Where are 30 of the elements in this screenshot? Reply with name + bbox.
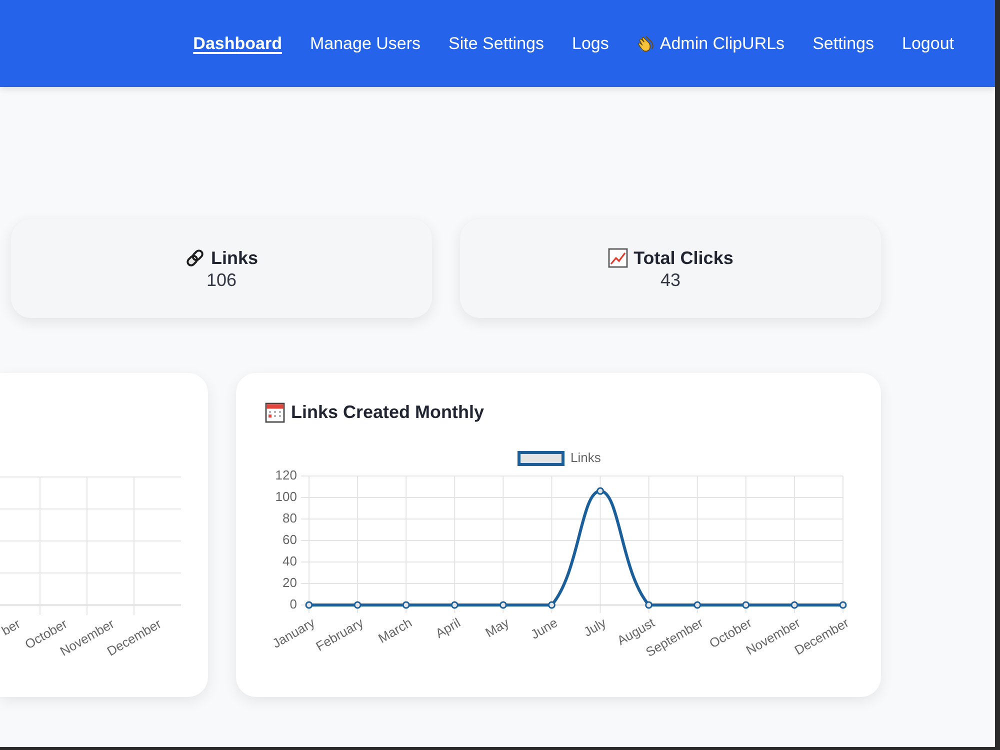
axis-tick-label: April [432,614,463,641]
nav-link[interactable]: Manage Users [310,34,421,54]
axis-tick-label: 80 [282,510,297,526]
chart-increasing-icon [608,248,628,268]
stat-label: Total Clicks [634,248,734,268]
legend-swatch-icon [518,451,564,466]
axis-tick-label: May [482,614,512,640]
axis-tick-label: 120 [275,467,297,482]
clapping-hands-icon [636,34,655,52]
nav-link[interactable]: Logout [902,34,954,54]
axis-tick-label: July [581,614,609,640]
axis-tick-label: 60 [282,532,297,547]
link-icon [184,248,205,268]
stat-label: Links [210,248,258,268]
chart-title: Links Created Monthly [291,402,484,422]
legend-label[interactable]: Links [570,450,601,465]
nav-link[interactable]: Site Settings [448,34,544,54]
axis-tick-label: 100 [275,488,297,504]
nav-link[interactable]: Settings [812,34,874,54]
calendar-icon [265,402,285,422]
axis-tick-label: 0 [290,596,297,612]
nav-link[interactable]: Admin ClipURLs [636,34,785,54]
stat-value: 106 [206,270,237,291]
stat-value: 43 [660,270,681,291]
axis-tick-label: 40 [282,553,297,568]
nav-link[interactable]: Dashboard [193,34,282,54]
axis-tick-label: June [528,614,560,642]
nav-link[interactable]: Logs [572,34,609,54]
axis-tick-label: 20 [282,574,297,590]
axis-tick-label: ber [0,616,23,638]
